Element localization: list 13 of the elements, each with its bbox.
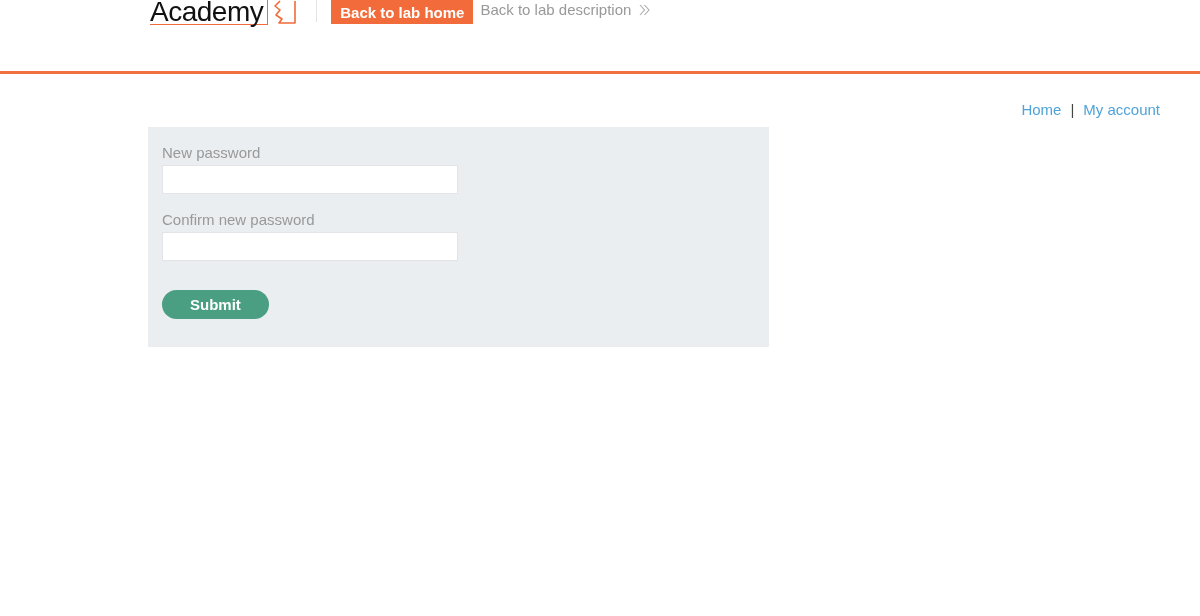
nav-separator: | bbox=[1070, 101, 1075, 119]
submit-button[interactable]: Submit bbox=[162, 290, 269, 319]
password-field[interactable] bbox=[162, 232, 458, 261]
nav-link[interactable]: My account bbox=[1083, 101, 1160, 119]
logo-text: Academy bbox=[150, 0, 269, 25]
nav-link[interactable]: Home bbox=[1021, 101, 1062, 119]
back-to-lab-description-link[interactable]: Back to lab description bbox=[480, 0, 632, 20]
double-chevron-icon[interactable] bbox=[639, 4, 651, 16]
field-label: Confirm new password bbox=[162, 211, 315, 229]
zigzag-icon bbox=[274, 0, 297, 24]
back-to-lab-home-button[interactable]: Back to lab home bbox=[331, 0, 474, 24]
field-label: New password bbox=[162, 144, 261, 162]
password-field[interactable] bbox=[162, 165, 458, 194]
